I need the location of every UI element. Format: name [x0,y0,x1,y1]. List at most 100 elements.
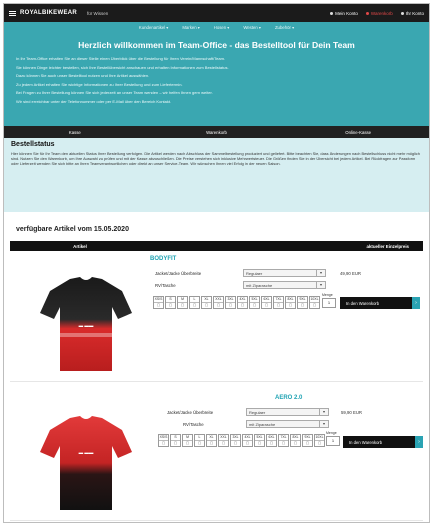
size-qty: ▢ [209,441,214,445]
product-price: 49,90 EUR [340,271,362,276]
size-field[interactable]: 9XL ▢ [297,296,308,309]
option-select[interactable]: mit Ziparasche ▾ [246,420,329,428]
size-qty: ▢ [281,441,286,445]
section-title: verfügbare Artikel vom 15.05.2020 [16,226,129,233]
welcome-hero: Kundenartikel Marken Hosen Westen Zubehö… [4,22,429,126]
hero-paragraph: In Ihr Team-Office erhalten Sie an diese… [16,56,226,61]
size-qty: ▢ [288,303,293,307]
size-field[interactable]: M ▢ [177,296,188,309]
product-title[interactable]: AERO 2.0 [275,395,302,401]
size-field[interactable]: 4XL ▢ [242,434,253,447]
chevron-down-icon: ▾ [319,421,328,427]
size-field[interactable]: L ▢ [194,434,205,447]
tab-online-kasse[interactable]: Online-Kasse [287,130,429,135]
size-field[interactable]: S ▢ [170,434,181,447]
select-value: mit Ziparasche [246,283,273,288]
size-qty: ▢ [221,441,226,445]
size-qty: ▢ [185,441,190,445]
option-label: Jacket/Jacke Überbreite [167,410,214,415]
size-field[interactable]: XXL ▢ [218,434,229,447]
nav-item-zubehoer[interactable]: Zubehör [275,25,294,34]
size-field[interactable]: 10XL ▢ [314,434,325,447]
size-field[interactable]: XS/S ▢ [153,296,164,309]
menu-icon[interactable] [9,10,16,16]
size-field[interactable]: 6XL ▢ [261,296,272,309]
size-qty: ▢ [252,303,257,307]
size-qty: ▢ [269,441,274,445]
profile-link[interactable]: Ihr Konto [400,11,424,16]
size-field[interactable]: 8XL ▢ [285,296,296,309]
hero-paragraph: Zu jedem Artikel erhalten Sie wichtige I… [16,81,183,87]
brand-logo[interactable]: ROYALBIKEWEAR [20,10,77,16]
cart-link[interactable]: Warenkorb [365,11,393,16]
tab-warenkorb[interactable]: Warenkorb [146,130,288,135]
nav-item-marken[interactable]: Marken [182,25,199,34]
size-qty: ▢ [228,303,233,307]
hero-paragraph: Wir sind erreichbar unter der Telefonnum… [16,98,172,104]
quantity-input[interactable]: 1 [322,298,336,308]
cart-icon [365,11,369,15]
option-select[interactable]: Regulaer ▾ [246,408,329,416]
quantity-input[interactable]: 1 [326,436,340,446]
size-field[interactable]: 9XL ▢ [302,434,313,447]
nav-item-westen[interactable]: Westen [243,25,261,34]
size-qty: ▢ [293,441,298,445]
nav-item-kundenartikel[interactable]: Kundenartikel [139,25,168,34]
product-row: ▬ ▬▬ AERO 2.0 Jacket/Jacke Überbreite Re… [10,392,423,521]
size-field[interactable]: XS/S ▢ [158,434,169,447]
option-select[interactable]: mit Ziparasche ▾ [243,281,326,289]
size-qty: ▢ [168,303,173,307]
select-value: Regulaer [249,410,266,415]
size-field[interactable]: L ▢ [189,296,200,309]
account-link[interactable]: Mein Konto [330,11,358,16]
quantity-label: Menge [322,293,333,297]
page-frame: ROYALBIKEWEAR für Wissen Mein Konto Ware… [3,3,430,523]
nav-item-hosen[interactable]: Hosen [214,25,230,34]
table-header: Artikel aktueller Einzelpreis [10,241,423,251]
size-field[interactable]: 7XL ▢ [278,434,289,447]
jersey-image[interactable]: ▬ ▬▬ [34,414,138,514]
size-field[interactable]: M ▢ [182,434,193,447]
arrow-right-icon: › [415,436,423,448]
size-qty: ▢ [216,303,221,307]
option-select[interactable]: Regulaer ▾ [243,269,326,277]
size-field[interactable]: XL ▢ [201,296,212,309]
size-field[interactable]: 3XL ▢ [230,434,241,447]
size-qty: ▢ [204,303,209,307]
size-field[interactable]: 7XL ▢ [273,296,284,309]
tab-kasse[interactable]: Kasse [4,130,146,135]
size-field[interactable]: 5XL ▢ [249,296,260,309]
size-grid: XS/S ▢ S ▢ M ▢ L ▢ XL ▢ XXL ▢ 3XL ▢ 4XL ▢ 5XL ▢ 6… [153,296,321,309]
size-qty: ▢ [276,303,281,307]
option-label: RV/Tasche [183,422,204,427]
size-field[interactable]: XXL ▢ [213,296,224,309]
chevron-down-icon: ▾ [316,270,325,276]
page-title: Herzlich willkommen im Team-Office - das… [78,40,355,50]
size-field[interactable]: 5XL ▢ [254,434,265,447]
svg-text:▬ ▬▬: ▬ ▬▬ [79,323,94,328]
size-qty: ▢ [180,303,185,307]
size-field[interactable]: 8XL ▢ [290,434,301,447]
brand-subtitle: für Wissen [87,10,109,16]
product-row: ▬ ▬▬ BODYFIT Jacket/Jacke Überbreite Reg… [10,253,423,382]
size-qty: ▢ [257,441,262,445]
product-title[interactable]: BODYFIT [150,256,176,262]
order-tab-bar: Kasse Warenkorb Online-Kasse [4,126,429,138]
size-field[interactable]: XL ▢ [206,434,217,447]
jersey-image[interactable]: ▬ ▬▬ [34,275,138,375]
product-price: 59,90 EUR [341,410,363,415]
add-to-cart-label: In den Warenkorb [349,439,383,445]
size-qty: ▢ [173,441,178,445]
select-value: Regulaer [246,271,263,276]
user-icon [330,11,334,15]
size-qty: ▢ [161,441,166,445]
size-field[interactable]: 3XL ▢ [225,296,236,309]
size-qty: ▢ [233,441,238,445]
add-to-cart-button[interactable]: In den Warenkorb › [343,436,423,448]
option-label: Jacket/Jacke Überbreite [155,271,202,276]
add-to-cart-button[interactable]: In den Warenkorb › [340,297,420,309]
size-field[interactable]: S ▢ [165,296,176,309]
size-field[interactable]: 10XL ▢ [309,296,320,309]
size-field[interactable]: 6XL ▢ [266,434,277,447]
size-field[interactable]: 4XL ▢ [237,296,248,309]
